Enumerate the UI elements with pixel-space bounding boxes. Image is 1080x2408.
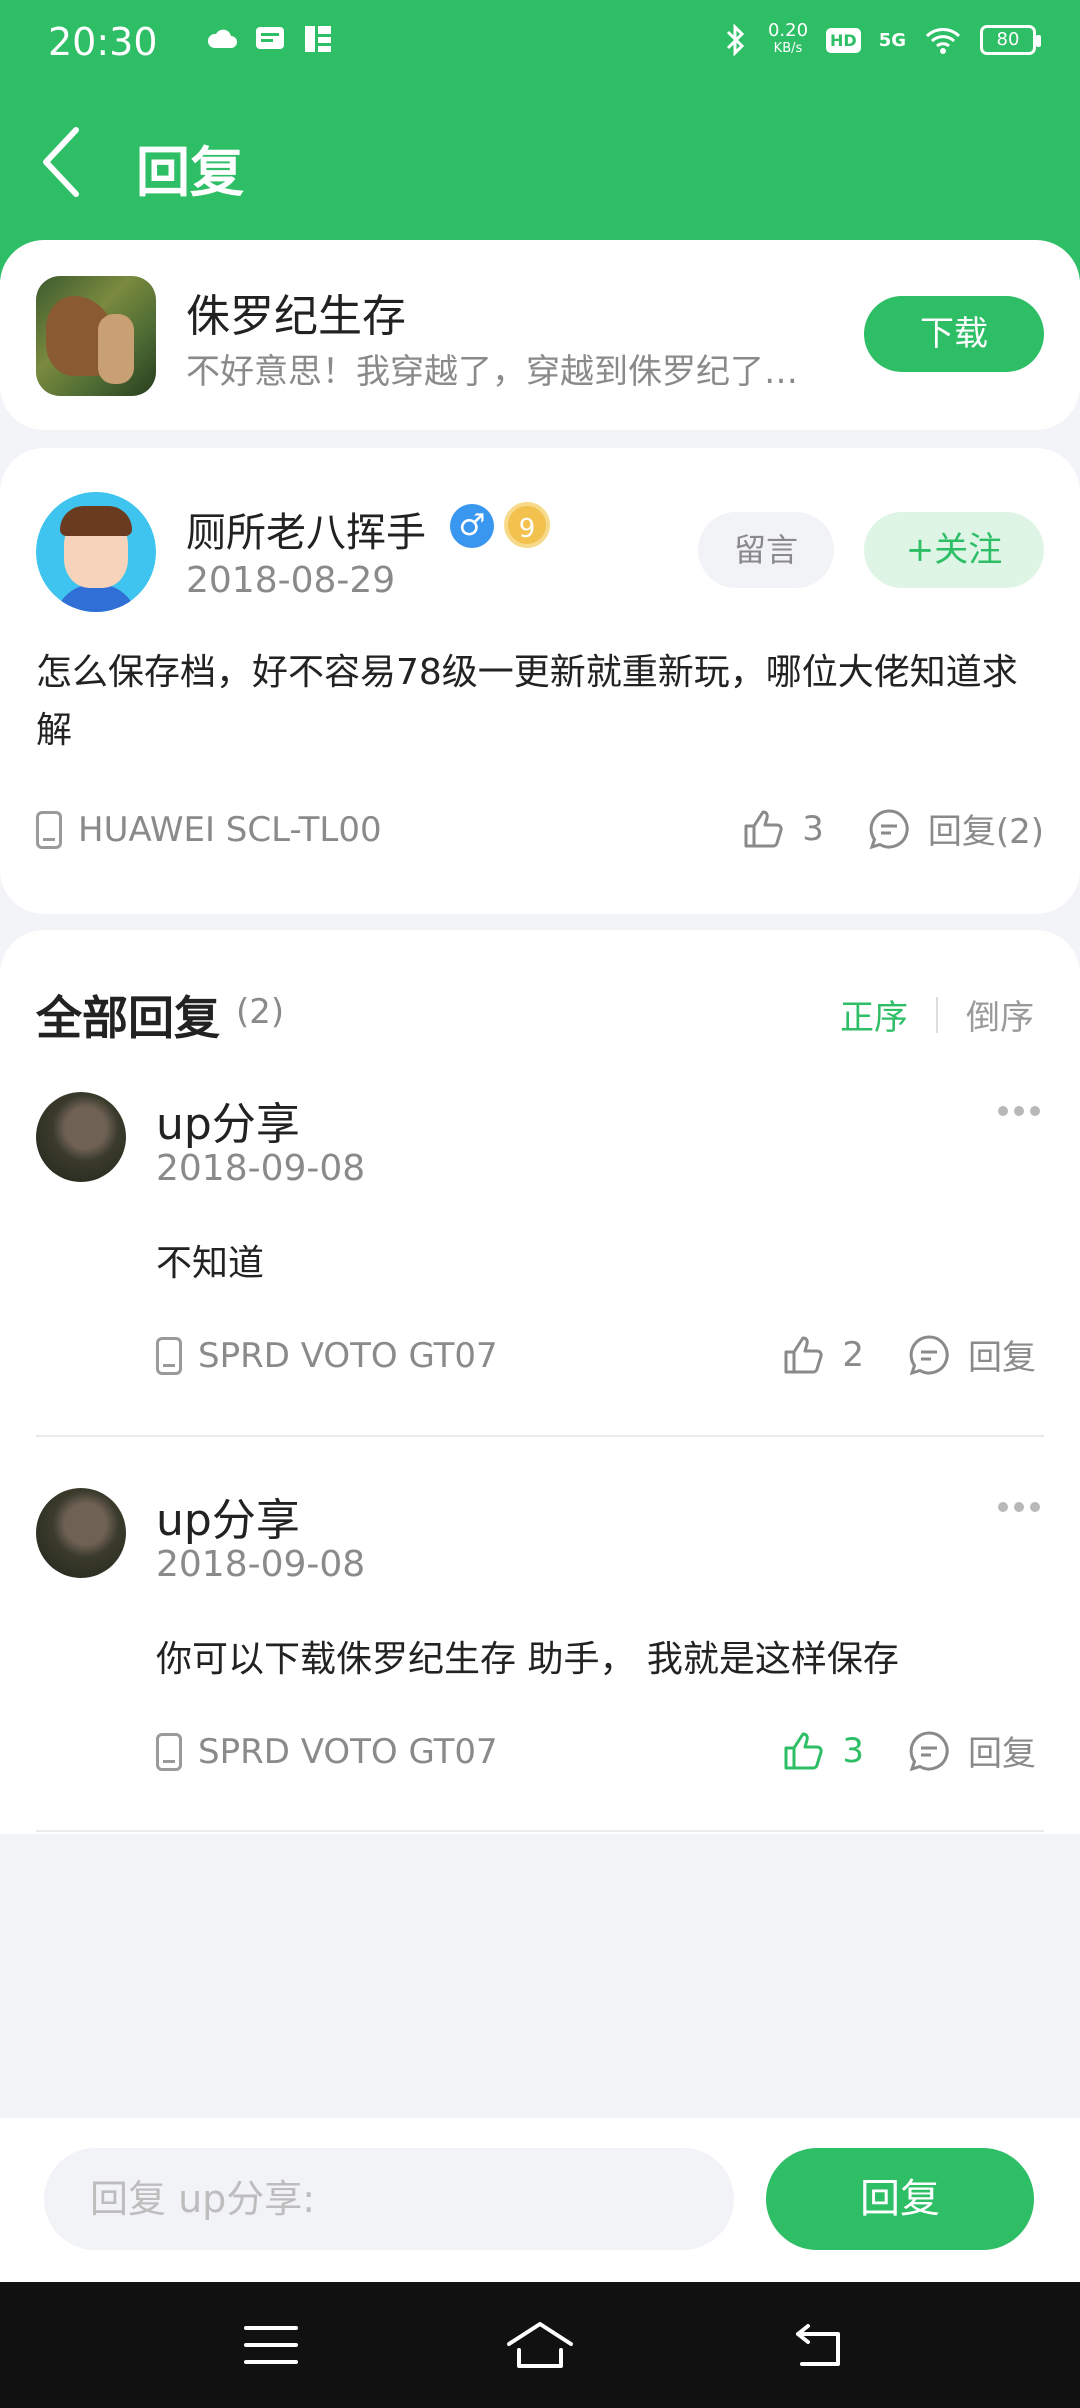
status-bar: 20:30 0.20 KB/s HD 5G 80 — [0, 0, 1080, 84]
message-button[interactable]: 留言 — [698, 512, 834, 588]
phone-icon — [156, 1337, 182, 1375]
reply-date: 2018-09-08 — [156, 1544, 366, 1585]
network-speed-unit: KB/s — [773, 41, 803, 56]
reply-button[interactable]: 回复(2) — [866, 804, 1044, 853]
reply-device-label: SPRD VOTO GT07 — [198, 1336, 498, 1376]
like-count: 3 — [802, 808, 824, 849]
reply-device-label: SPRD VOTO GT07 — [198, 1732, 498, 1772]
home-icon[interactable] — [505, 2312, 575, 2378]
post-card: 厕所老八挥手 ♂ 9 2018-08-29 留言 +关注 怎么保存档，好不容易7… — [0, 448, 1080, 914]
like-count: 3 — [842, 1730, 864, 1771]
replies-count: (2) — [236, 992, 285, 1032]
thumbs-up-icon — [784, 1732, 823, 1769]
wifi-icon — [925, 28, 961, 54]
post-author[interactable]: 厕所老八挥手 — [186, 500, 426, 558]
back-nav-icon[interactable] — [788, 2312, 858, 2378]
reply-avatar[interactable] — [36, 1092, 126, 1182]
app-card[interactable]: 侏罗纪生存 不好意思！我穿越了，穿越到侏罗纪了… 下载 — [0, 240, 1080, 430]
divider — [36, 1435, 1044, 1437]
comment-icon — [909, 1730, 949, 1771]
reply-input-bar: 回复 — [0, 2118, 1080, 2282]
app-icon — [36, 276, 156, 396]
menu-icon[interactable] — [236, 2312, 306, 2378]
app-screen: 20:30 0.20 KB/s HD 5G 80 回复 侏罗纪生存 不好意思！我… — [0, 0, 1080, 2408]
reply-label: 回复 — [968, 1734, 1036, 1774]
divider — [36, 1830, 1044, 1832]
header: 回复 — [0, 100, 1080, 220]
male-icon: ♂ — [450, 504, 494, 548]
post-device: HUAWEI SCL-TL00 — [36, 810, 382, 850]
cloud-icon — [207, 29, 237, 48]
sort-asc-tab[interactable]: 正序 — [840, 990, 908, 1039]
sort-toggle: 正序 倒序 — [840, 990, 1034, 1039]
avatar[interactable] — [36, 492, 156, 612]
more-options-icon[interactable] — [998, 1502, 1040, 1512]
like-count: 2 — [842, 1334, 864, 1375]
reply-button[interactable]: 回复 — [906, 1330, 1036, 1379]
back-button[interactable] — [36, 122, 96, 202]
reply-author[interactable]: up分享 — [156, 1088, 300, 1152]
network-speed: 0.20 — [767, 20, 809, 41]
app-name: 侏罗纪生存 — [186, 291, 406, 342]
submit-reply-button[interactable]: 回复 — [766, 2148, 1034, 2250]
phone-icon — [156, 1733, 182, 1771]
reply-label: 回复 — [968, 1338, 1036, 1378]
comment-icon — [869, 808, 909, 849]
reply-content: 不知道 — [156, 1243, 265, 1284]
like-button[interactable]: 3 — [740, 806, 824, 852]
thumbs-up-icon — [784, 1336, 823, 1373]
page-title: 回复 — [136, 141, 244, 204]
reply-count-label: 回复(2) — [927, 812, 1044, 852]
more-options-icon[interactable] — [998, 1106, 1040, 1116]
like-button[interactable]: 3 — [780, 1728, 864, 1774]
bluetooth-icon — [726, 23, 745, 57]
follow-button[interactable]: +关注 — [864, 512, 1044, 588]
like-button[interactable]: 2 — [780, 1332, 864, 1378]
chevron-left-icon — [43, 127, 79, 197]
reply-device: SPRD VOTO GT07 — [156, 1336, 498, 1376]
battery-icon: 80 — [980, 25, 1041, 55]
hd-badge: HD — [826, 27, 861, 53]
reply-avatar[interactable] — [36, 1488, 126, 1578]
comment-icon — [909, 1334, 949, 1375]
reply-device: SPRD VOTO GT07 — [156, 1732, 498, 1772]
system-nav-bar — [0, 2282, 1080, 2408]
reply-author[interactable]: up分享 — [156, 1484, 300, 1548]
phone-icon — [36, 811, 62, 849]
thumbs-up-icon — [744, 810, 783, 847]
download-button[interactable]: 下载 — [864, 296, 1044, 372]
level-medal-icon: 9 — [504, 502, 550, 548]
reply-date: 2018-09-08 — [156, 1148, 366, 1189]
sort-desc-tab[interactable]: 倒序 — [966, 990, 1034, 1039]
post-date: 2018-08-29 — [186, 560, 396, 601]
reply-input[interactable] — [44, 2148, 734, 2250]
post-content: 怎么保存档，好不容易78级一更新就重新玩，哪位大佬知道求解 — [36, 652, 1018, 751]
status-time: 20:30 — [48, 20, 158, 64]
signal-5g: 5G — [878, 29, 906, 51]
top-bar: 20:30 0.20 KB/s HD 5G 80 回复 — [0, 0, 1080, 280]
replies-title: 全部回复 — [36, 991, 220, 1045]
reply-content: 你可以下载侏罗纪生存 助手， 我就是这样保存 — [156, 1639, 899, 1680]
post-device-label: HUAWEI SCL-TL00 — [78, 810, 382, 850]
reply-button[interactable]: 回复 — [906, 1726, 1036, 1775]
message-icon — [256, 27, 284, 49]
app-subtitle: 不好意思！我穿越了，穿越到侏罗纪了… — [186, 352, 798, 392]
news-icon — [305, 26, 331, 52]
replies-section: 全部回复 (2) 正序 倒序 up分享 2018-09-08 不知道 SPRD … — [0, 930, 1080, 1834]
